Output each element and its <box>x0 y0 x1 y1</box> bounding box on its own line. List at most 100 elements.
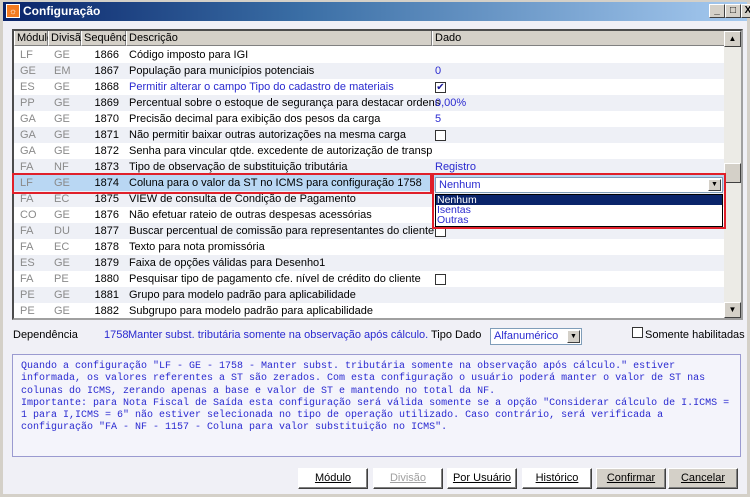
dropdown-list: Nenhum Isentas Outras <box>435 194 723 227</box>
cell-sequencia: 1882 <box>94 305 119 317</box>
por-usuario-button[interactable]: Por Usuário <box>447 468 517 489</box>
cell-divisao: PE <box>54 273 69 285</box>
option-isentas[interactable]: Isentas <box>436 205 722 216</box>
cell-descricao: Faixa de opções válidas para Desenho1 <box>129 257 326 269</box>
table-row[interactable]: GA GE 1872 Senha para vincular qtde. excede… <box>14 143 725 159</box>
scroll-up-button[interactable]: ▲ <box>724 31 741 47</box>
cell-descricao: Código imposto para IGI <box>129 49 249 61</box>
dado-combobox[interactable]: Nenhum ▼ <box>435 177 723 193</box>
cell-sequencia: 1867 <box>94 65 119 77</box>
cell-descricao: Subgrupo para modelo padrão para aplicab… <box>129 305 374 317</box>
cell-sequencia: 1868 <box>94 81 119 93</box>
dependencia-label: Dependência <box>13 329 78 341</box>
modulo-label: Módulo <box>314 472 352 484</box>
confirmar-button[interactable]: Confirmar <box>596 468 666 489</box>
column-header-descricao[interactable]: Descrição <box>126 31 432 46</box>
historico-button[interactable]: Histórico <box>522 468 592 489</box>
cell-dado-checkbox[interactable] <box>435 130 446 141</box>
table-row[interactable]: LF GE 1866 Código imposto para IGI <box>14 47 725 63</box>
cell-divisao: GE <box>54 97 70 109</box>
cell-divisao: GE <box>54 289 70 301</box>
cell-descricao: Não efetuar rateio de outras despesas ac… <box>129 209 372 221</box>
cell-divisao: GE <box>54 81 70 93</box>
configuracao-window: ☼ Configuração _ □ X Módulo Divisão Sequ… <box>0 0 750 497</box>
cell-descricao: Buscar percentual de comissão para repre… <box>129 225 435 237</box>
table-row[interactable]: GA GE 1871 Não permitir baixar outras autor… <box>14 127 725 143</box>
option-nenhum[interactable]: Nenhum <box>436 195 722 205</box>
cell-descricao: Pesquisar tipo de pagamento cfe. nível d… <box>129 273 421 285</box>
window-title: Configuração <box>23 4 101 18</box>
table-row[interactable]: FA EC 1878 Texto para nota promissória <box>14 239 725 255</box>
cell-modulo: FA <box>20 241 34 253</box>
column-header-modulo[interactable]: Módulo <box>14 31 53 46</box>
scroll-down-button[interactable]: ▼ <box>724 302 741 318</box>
cell-sequencia: 1881 <box>94 289 119 301</box>
cell-divisao: EC <box>54 241 70 253</box>
cell-dado-checkbox[interactable] <box>435 274 446 285</box>
vertical-scrollbar[interactable]: ▲ ▼ <box>724 31 741 318</box>
table-row[interactable]: PP GE 1869 Percentual sobre o estoque de se… <box>14 95 725 111</box>
option-outras[interactable]: Outras <box>436 215 722 226</box>
cell-sequencia: 1866 <box>94 49 119 61</box>
table-row[interactable]: PE GE 1881 Grupo para modelo padrão para ap… <box>14 287 725 303</box>
cell-descricao: Não permitir baixar outras autorizações … <box>129 129 406 141</box>
app-icon: ☼ <box>6 4 20 18</box>
cell-modulo: GE <box>20 65 36 77</box>
tipo-dado-label: Tipo Dado <box>431 329 482 341</box>
column-header-sequencia[interactable]: Sequência <box>81 31 136 46</box>
divisao-button[interactable]: Divisão <box>373 468 443 489</box>
column-header-dado[interactable]: Dado <box>432 31 725 46</box>
cell-modulo: ES <box>20 81 35 93</box>
combo-value: Nenhum <box>439 179 481 191</box>
cell-descricao: Precisão decimal para exibição dos pesos… <box>129 113 381 125</box>
table-row[interactable]: PE GE 1882 Subgrupo para modelo padrão para… <box>14 303 725 318</box>
scroll-thumb[interactable] <box>724 163 741 183</box>
tipo-dado-value: Alfanumérico <box>494 330 559 342</box>
cancelar-label: Cancelar <box>680 472 726 484</box>
cell-descricao: População para municípios potenciais <box>129 65 315 77</box>
close-button[interactable]: X <box>741 4 750 18</box>
cell-modulo: FA <box>20 273 34 285</box>
cell-sequencia: 1880 <box>94 273 119 285</box>
cell-sequencia: 1872 <box>94 145 119 157</box>
chevron-down-icon[interactable]: ▼ <box>708 179 721 191</box>
title-bar: ☼ Configuração _ □ X <box>3 2 750 21</box>
cell-sequencia: 1870 <box>94 113 119 125</box>
cell-sequencia: 1879 <box>94 257 119 269</box>
table-row[interactable]: FA PE 1880 Pesquisar tipo de pagamento cfe.… <box>14 271 725 287</box>
cell-dado-checkbox[interactable]: ✔ <box>435 82 446 93</box>
cell-modulo: PP <box>20 97 35 109</box>
column-header-divisao[interactable]: Divisão <box>48 31 87 46</box>
table-row[interactable]: GE EM 1867 População para municípios potenc… <box>14 63 725 79</box>
cell-modulo: GA <box>20 129 36 141</box>
minimize-button[interactable]: _ <box>709 4 725 18</box>
cell-divisao: GE <box>54 305 70 317</box>
cell-sequencia: 1871 <box>94 129 119 141</box>
cell-modulo: CO <box>20 209 37 221</box>
table-row[interactable]: GA GE 1870 Precisão decimal para exibição d… <box>14 111 725 127</box>
somente-habilitadas-label: Somente habilitadas <box>645 329 745 341</box>
somente-habilitadas-checkbox[interactable] <box>632 327 643 338</box>
cell-dado: 0 <box>435 65 442 77</box>
cell-divisao: GE <box>54 113 70 125</box>
maximize-button[interactable]: □ <box>725 4 741 18</box>
cancelar-button[interactable]: Cancelar <box>668 468 738 489</box>
cell-divisao: GE <box>54 209 70 221</box>
cell-modulo: FA <box>20 225 34 237</box>
tipo-dado-select[interactable]: Alfanumérico ▼ <box>490 328 582 345</box>
cell-descricao: Percentual sobre o estoque de segurança … <box>129 97 441 109</box>
divisao-label: Divisão <box>389 472 427 484</box>
cell-descricao: Texto para nota promissória <box>129 241 265 253</box>
cell-sequencia: 1877 <box>94 225 119 237</box>
cell-divisao: GE <box>54 145 70 157</box>
cell-descricao: Senha para vincular qtde. excedente de a… <box>129 145 433 157</box>
modulo-button[interactable]: Módulo <box>298 468 368 489</box>
cell-modulo: GA <box>20 113 36 125</box>
dependencia-seq: 1758 <box>104 329 129 341</box>
help-text-area[interactable]: Quando a configuração "LF - GE - 1758 - … <box>12 354 741 457</box>
cell-modulo: LF <box>20 49 33 61</box>
highlight-selected-row <box>12 173 432 194</box>
table-row[interactable]: ES GE 1868 Permitir alterar o campo Tipo do… <box>14 79 725 95</box>
table-row[interactable]: ES GE 1879 Faixa de opções válidas para Des… <box>14 255 725 271</box>
chevron-down-icon[interactable]: ▼ <box>567 330 580 343</box>
